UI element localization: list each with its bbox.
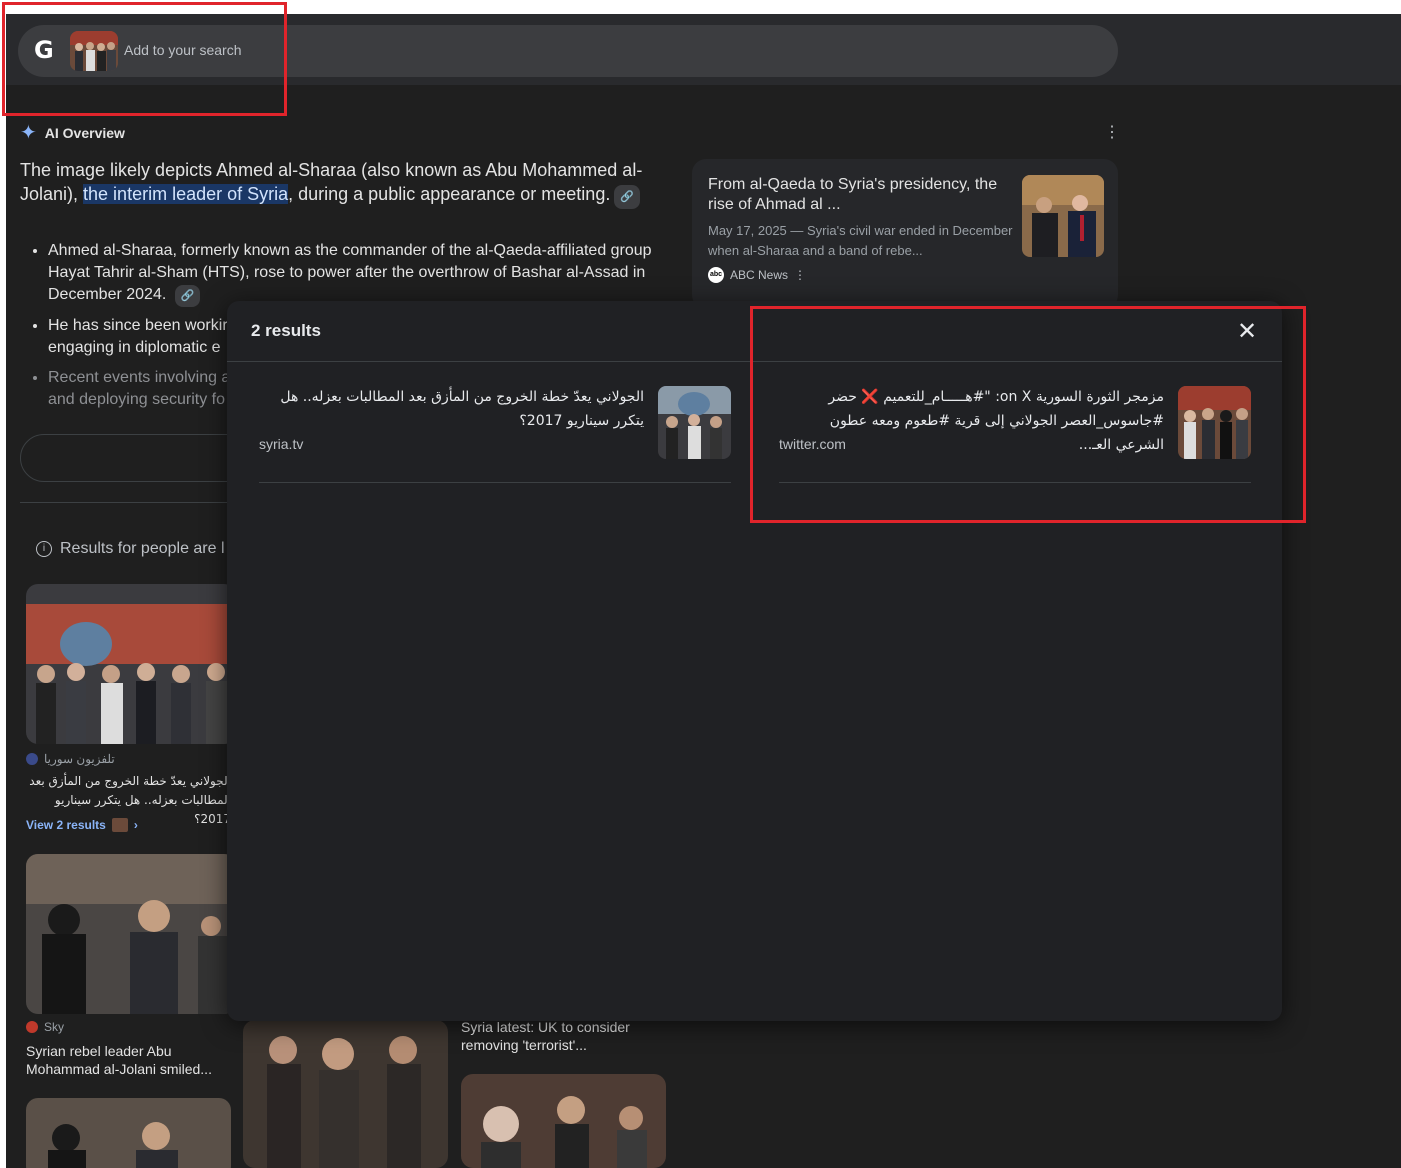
- result-title[interactable]: الجولاني يعدّ خطة الخروج من المأزق بعد ا…: [259, 385, 644, 433]
- show-more-pill[interactable]: [20, 434, 250, 482]
- more-options-icon[interactable]: ⋮: [794, 268, 806, 282]
- result-thumbnail[interactable]: [658, 386, 731, 459]
- news-card-source: abc ABC News ⋮: [708, 267, 807, 283]
- source-favicon: [26, 753, 38, 765]
- result-image-5[interactable]: [461, 1074, 666, 1168]
- chevron-right-icon: ›: [133, 818, 138, 832]
- highlight-box-search: [2, 2, 287, 116]
- ai-overview-header: ✦ AI Overview: [20, 120, 125, 145]
- dialog-title: 2 results: [251, 321, 321, 340]
- divider: [20, 502, 240, 503]
- result-caption-2[interactable]: Syrian rebel leader Abu Mohammad al-Jola…: [26, 1042, 226, 1078]
- mini-thumbnail-icon: [111, 818, 128, 832]
- news-card[interactable]: From al-Qaeda to Syria's presidency, the…: [692, 159, 1118, 309]
- result-caption-3[interactable]: Syria latest: UK to consider removing 't…: [461, 1018, 661, 1054]
- news-card-title[interactable]: From al-Qaeda to Syria's presidency, the…: [708, 175, 1008, 215]
- highlight-box-result: [750, 306, 1306, 523]
- result-item-1[interactable]: الجولاني يعدّ خطة الخروج من المأزق بعد ا…: [259, 385, 731, 483]
- google-lens-page: G Add to your search ✦ AI Overview ⋮ The…: [6, 14, 1401, 1168]
- source-favicon: [26, 1021, 38, 1033]
- news-card-snippet: May 17, 2025 — Syria's civil war ended i…: [708, 223, 1013, 258]
- sparkle-icon: ✦: [20, 122, 37, 144]
- result-source-2: Sky: [26, 1020, 64, 1034]
- highlighted-phrase[interactable]: the interim leader of Syria: [83, 184, 289, 204]
- info-icon: i: [36, 541, 52, 557]
- bullet-item: Ahmed al-Sharaa, formerly known as the c…: [48, 240, 656, 307]
- results-notice: i Results for people are l: [36, 540, 225, 558]
- result-image-3[interactable]: [26, 1098, 231, 1168]
- result-image-1[interactable]: [26, 584, 236, 744]
- ai-overview-summary: The image likely depicts Ahmed al-Sharaa…: [20, 158, 660, 209]
- result-image-2[interactable]: [26, 854, 236, 1014]
- more-options-icon[interactable]: ⋮: [1104, 122, 1120, 142]
- ai-overview-label: AI Overview: [44, 124, 125, 141]
- result-image-4[interactable]: [243, 1020, 448, 1168]
- abc-news-logo-icon: abc: [708, 267, 724, 283]
- link-icon[interactable]: 🔗: [174, 285, 201, 307]
- news-card-image[interactable]: [1022, 175, 1104, 257]
- link-icon[interactable]: 🔗: [614, 185, 641, 209]
- result-source-1: تلفزيون سوريا: [26, 752, 115, 766]
- view-results-link[interactable]: View 2 results ›: [26, 818, 138, 832]
- result-source: syria.tv: [259, 436, 304, 452]
